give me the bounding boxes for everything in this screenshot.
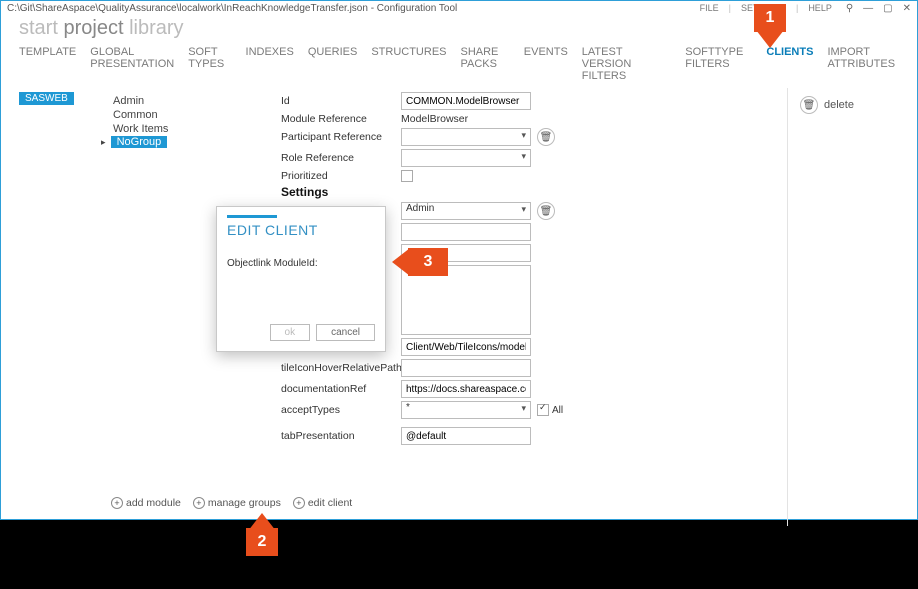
left-column: SASWEB <box>1 88 91 526</box>
minimize-icon[interactable]: — <box>863 3 873 14</box>
maximize-icon[interactable]: ▢ <box>883 3 892 14</box>
tab-presentation-input[interactable] <box>401 427 531 445</box>
app-window: C:\Git\ShareAspace\QualityAssurance\loca… <box>0 0 918 520</box>
prioritized-label: Prioritized <box>281 170 401 182</box>
tile-icon-input[interactable] <box>401 359 531 377</box>
ok-button[interactable]: ok <box>270 324 311 341</box>
menu-help[interactable]: HELP <box>804 3 836 13</box>
tab-structures[interactable]: STRUCTURES <box>371 46 446 82</box>
accent-bar <box>227 215 277 218</box>
right-column: 🗑 delete <box>787 88 917 526</box>
tab-indexes[interactable]: INDEXES <box>246 46 294 82</box>
callout-3: 3 <box>408 248 448 276</box>
tab-clients[interactable]: CLIENTS <box>766 46 813 82</box>
delete-button[interactable]: 🗑 delete <box>800 96 905 114</box>
tree-common[interactable]: Common <box>101 108 281 122</box>
edit-client-dialog: EDIT CLIENT Objectlink ModuleId: ok canc… <box>216 206 386 352</box>
tile-icon-label: tileIconHoverRelativePath <box>281 362 401 374</box>
add-module-button[interactable]: + add module <box>111 497 181 509</box>
window-title: C:\Git\ShareAspace\QualityAssurance\loca… <box>7 3 696 14</box>
tree-nogroup-row[interactable]: ▸ NoGroup <box>101 136 281 148</box>
edit-client-button[interactable]: + edit client <box>293 497 352 509</box>
tab-template[interactable]: TEMPLATE <box>19 46 76 82</box>
id-input[interactable] <box>401 92 531 110</box>
all-checkbox-wrap: All <box>537 404 563 416</box>
tree-nogroup[interactable]: NoGroup <box>111 136 168 148</box>
crumb-library[interactable]: library <box>129 17 183 39</box>
callout-2: 2 <box>246 528 278 556</box>
crumb-project[interactable]: project <box>63 17 123 39</box>
tab-global-presentation[interactable]: GLOBAL PRESENTATION <box>90 46 174 82</box>
accept-types-select[interactable]: * <box>401 401 531 419</box>
tab-soft-types[interactable]: SOFT TYPES <box>188 46 231 82</box>
doc-ref-label: documentationRef <box>281 383 401 395</box>
tab-events[interactable]: EVENTS <box>524 46 568 82</box>
tab-presentation-label: tabPresentation <box>281 430 401 442</box>
role-ref-select[interactable] <box>401 149 531 167</box>
chevron-right-icon: ▸ <box>101 137 106 147</box>
crumb-start[interactable]: start <box>19 17 58 39</box>
tab-softtype-filters[interactable]: SOFTTYPE FILTERS <box>685 46 752 82</box>
doc-ref-input[interactable] <box>401 380 531 398</box>
sasweb-chip[interactable]: SASWEB <box>19 92 74 105</box>
id-label: Id <box>281 95 401 107</box>
all-label: All <box>552 405 563 416</box>
objectlink-label: Objectlink ModuleId: <box>227 258 318 269</box>
tab-import-attributes[interactable]: IMPORT ATTRIBUTES <box>827 46 899 82</box>
trash-icon[interactable]: 🗑 <box>537 128 555 146</box>
tree-admin[interactable]: Admin <box>101 94 281 108</box>
blank-input-1[interactable] <box>401 223 531 241</box>
menu-file[interactable]: FILE <box>696 3 723 13</box>
body: SASWEB Admin Common Work Items ▸ NoGroup… <box>1 88 917 526</box>
accept-types-label: acceptTypes <box>281 404 401 416</box>
dialog-title: EDIT CLIENT <box>227 222 375 238</box>
module-ref-label: Module Reference <box>281 113 401 125</box>
trash-icon: 🗑 <box>800 96 818 114</box>
trash-icon[interactable]: 🗑 <box>537 202 555 220</box>
plus-icon: + <box>193 497 205 509</box>
settings-select[interactable]: Admin <box>401 202 531 220</box>
role-ref-label: Role Reference <box>281 152 401 164</box>
callout-1: 1 <box>754 4 786 32</box>
prioritized-checkbox[interactable] <box>401 170 413 182</box>
tile-icon-input-top[interactable] <box>401 338 531 356</box>
manage-groups-button[interactable]: + manage groups <box>193 497 281 509</box>
tab-latest-version-filters[interactable]: LATEST VERSION FILTERS <box>582 46 671 82</box>
tab-share-packs[interactable]: SHARE PACKS <box>461 46 510 82</box>
all-checkbox[interactable] <box>537 404 549 416</box>
module-ref-value: ModelBrowser <box>401 113 468 125</box>
tab-queries[interactable]: QUERIES <box>308 46 358 82</box>
callout-1-arrow <box>756 30 784 48</box>
window-controls: ⚲ — ▢ ✕ <box>846 3 911 14</box>
participant-ref-select[interactable] <box>401 128 531 146</box>
plus-icon: + <box>111 497 123 509</box>
close-icon[interactable]: ✕ <box>903 3 911 14</box>
tree-work-items[interactable]: Work Items <box>101 122 281 136</box>
cancel-button[interactable]: cancel <box>316 324 375 341</box>
pin-icon[interactable]: ⚲ <box>846 3 853 14</box>
plus-icon: + <box>293 497 305 509</box>
settings-heading: Settings <box>281 185 401 199</box>
bottom-actions: + add module + manage groups + edit clie… <box>111 497 352 509</box>
participant-ref-label: Participant Reference <box>281 131 401 143</box>
delete-label: delete <box>824 99 854 111</box>
